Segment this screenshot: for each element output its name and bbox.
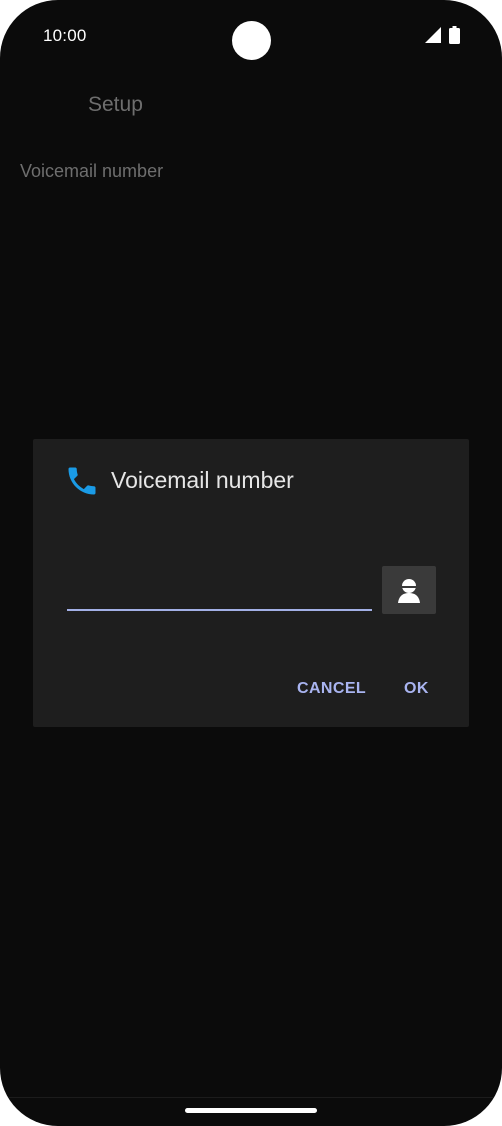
front-camera [232, 21, 271, 60]
battery-icon [449, 26, 460, 44]
ok-button[interactable]: OK [404, 680, 429, 698]
page-title: Setup [88, 93, 143, 116]
voicemail-number-input[interactable] [67, 577, 372, 611]
pick-contact-button[interactable] [382, 566, 436, 614]
nav-divider [0, 1097, 502, 1098]
status-bar: 10:00 [0, 0, 502, 72]
phone-icon [68, 467, 96, 495]
cancel-button[interactable]: CANCEL [297, 680, 366, 698]
voicemail-number-setting[interactable]: Voicemail number [20, 161, 163, 182]
signal-icon [425, 27, 441, 43]
contact-icon [398, 579, 420, 603]
dialog-title: Voicemail number [111, 467, 294, 493]
voicemail-number-dialog: Voicemail number CANCEL OK [33, 439, 469, 727]
home-indicator[interactable] [185, 1108, 317, 1113]
phone-screen: 10:00 Setup Voicemail number Voicemail n… [0, 0, 502, 1126]
status-time: 10:00 [43, 26, 87, 45]
